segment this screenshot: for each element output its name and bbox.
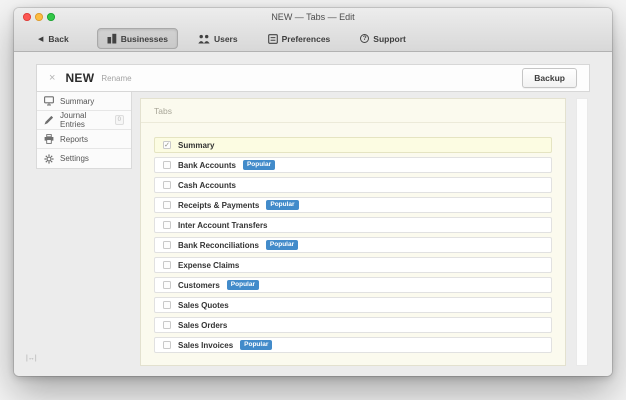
tab-row-label: Cash Accounts — [178, 180, 236, 190]
popular-badge: Popular — [240, 340, 273, 350]
back-chevron-icon: ◀ — [38, 35, 44, 43]
sidebar-item-settings[interactable]: Settings — [37, 149, 131, 168]
tabs-list: ✓ Summary Bank Accounts Popular Cash Acc… — [141, 123, 565, 353]
tab-row-bank-reconciliations[interactable]: Bank Reconciliations Popular — [154, 237, 552, 253]
journal-entries-count-badge: 0 — [114, 115, 124, 125]
tab-row-label: Customers — [178, 280, 220, 290]
tab-row-label: Inter Account Transfers — [178, 220, 268, 230]
tab-row-label: Summary — [178, 140, 215, 150]
tab-support[interactable]: ? Support — [350, 29, 416, 49]
preferences-icon — [267, 33, 278, 44]
popular-badge: Popular — [265, 240, 299, 250]
sidebar-item-label: Journal Entries — [60, 111, 87, 129]
checkbox-checked-icon[interactable]: ✓ — [163, 141, 171, 149]
checkbox-icon[interactable] — [163, 301, 171, 309]
sidebar-item-label: Settings — [60, 154, 89, 163]
tab-row-label: Bank Accounts — [178, 160, 236, 170]
popular-badge: Popular — [266, 200, 299, 210]
app-window: NEW — Tabs — Edit ◀ Back Businesses User… — [14, 8, 612, 376]
sidebar-item-label: Reports — [60, 134, 89, 144]
tab-row-label: Sales Invoices — [178, 340, 234, 350]
tab-row-customers[interactable]: Customers Popular — [154, 277, 552, 293]
sidebar-item-reports[interactable]: Reports — [37, 130, 131, 149]
close-business-icon[interactable]: × — [49, 72, 55, 84]
checkbox-icon[interactable] — [163, 161, 171, 169]
window-title: NEW — Tabs — Edit — [271, 12, 355, 22]
tabs-panel-title: Tabs — [141, 99, 565, 123]
resize-indicator: |↔| — [26, 355, 37, 362]
business-header: × NEW Rename Backup — [36, 64, 590, 92]
users-icon — [198, 34, 210, 44]
tab-row-sales-orders[interactable]: Sales Orders — [154, 317, 552, 333]
tab-businesses-label: Businesses — [120, 33, 168, 44]
support-icon: ? — [360, 34, 370, 43]
tab-businesses[interactable]: Businesses — [96, 28, 178, 49]
tab-row-label: Sales Quotes — [178, 300, 229, 310]
back-button[interactable]: ◀ Back — [28, 29, 79, 49]
checkbox-icon[interactable] — [163, 201, 171, 209]
tab-row-sales-invoices[interactable]: Sales Invoices Popular — [154, 337, 552, 353]
checkbox-icon[interactable] — [163, 261, 171, 269]
printer-icon — [44, 134, 54, 144]
pencil-icon — [44, 115, 54, 125]
popular-badge: Popular — [226, 280, 259, 290]
rename-link[interactable]: Rename — [101, 74, 131, 83]
checkbox-icon[interactable] — [163, 181, 171, 189]
tab-row-cash-accounts[interactable]: Cash Accounts — [154, 177, 552, 193]
checkbox-icon[interactable] — [163, 221, 171, 229]
main-toolbar: ◀ Back Businesses Users Preferences ? Su… — [14, 26, 612, 52]
tab-row-label: Expense Claims — [178, 260, 240, 270]
tab-row-bank-accounts[interactable]: Bank Accounts Popular — [154, 157, 552, 173]
backup-button[interactable]: Backup — [522, 68, 577, 88]
tab-row-inter-account-transfers[interactable]: Inter Account Transfers — [154, 217, 552, 233]
sidebar-item-label: Summary — [60, 96, 95, 106]
tab-row-expense-claims[interactable]: Expense Claims — [154, 257, 552, 273]
sidebar: Summary Journal Entries 0 Reports Settin… — [36, 92, 132, 169]
checkbox-icon[interactable] — [163, 321, 171, 329]
business-name: NEW — [65, 71, 95, 85]
tabs-panel: Tabs ✓ Summary Bank Accounts Popular Cas… — [140, 98, 566, 366]
popular-badge: Popular — [242, 160, 276, 170]
tab-row-receipts-payments[interactable]: Receipts & Payments Popular — [154, 197, 552, 213]
tab-support-label: Support — [373, 33, 406, 44]
gear-icon — [44, 153, 54, 164]
checkbox-icon[interactable] — [163, 241, 171, 249]
tab-users-label: Users — [213, 33, 238, 44]
back-label: Back — [48, 33, 69, 44]
tab-preferences-label: Preferences — [281, 33, 331, 44]
tab-row-summary[interactable]: ✓ Summary — [154, 137, 552, 153]
tab-users[interactable]: Users — [188, 29, 248, 49]
checkbox-icon[interactable] — [163, 281, 171, 289]
sidebar-item-summary[interactable]: Summary — [37, 92, 131, 111]
tab-row-label: Receipts & Payments — [178, 200, 260, 210]
checkbox-icon[interactable] — [163, 341, 171, 349]
tab-row-label: Bank Reconciliations — [178, 240, 259, 250]
buildings-icon — [107, 33, 117, 44]
tab-row-label: Sales Orders — [178, 320, 228, 330]
monitor-icon — [44, 96, 54, 106]
tab-preferences[interactable]: Preferences — [258, 29, 341, 49]
scrollbar-track[interactable] — [576, 98, 588, 366]
titlebar: NEW — Tabs — Edit — [14, 8, 612, 26]
content-area: × NEW Rename Backup Summary Journal Entr… — [14, 53, 612, 376]
tab-row-sales-quotes[interactable]: Sales Quotes — [154, 297, 552, 313]
sidebar-item-journal-entries[interactable]: Journal Entries 0 — [37, 111, 131, 130]
